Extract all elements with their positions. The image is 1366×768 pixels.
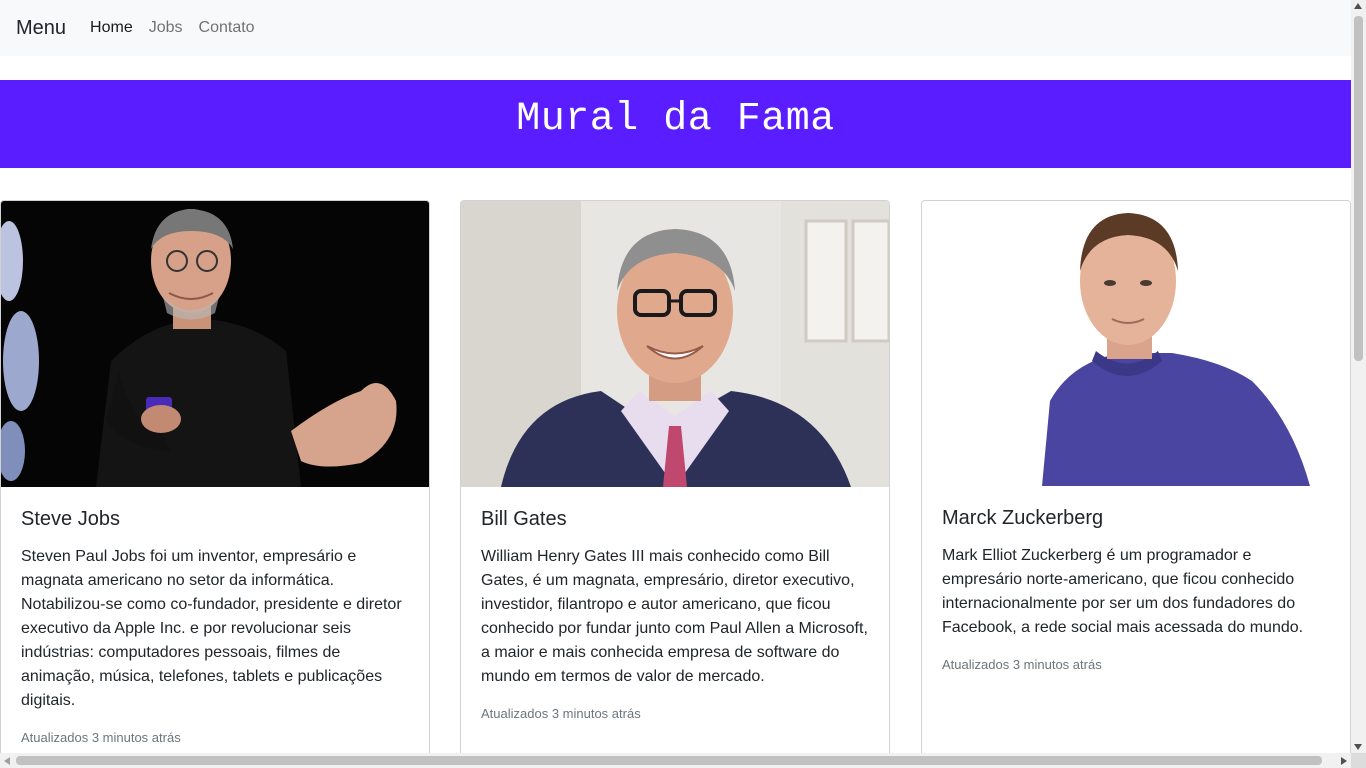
- horizontal-scroll-thumb[interactable]: [16, 756, 1322, 765]
- card-title: Marck Zuckerberg: [942, 507, 1104, 529]
- scroll-right-arrow-icon[interactable]: [1341, 757, 1347, 765]
- card-body: Marck Zuckerberg Mark Elliot Zuckerberg …: [922, 486, 1350, 692]
- vertical-scrollbar[interactable]: [1351, 0, 1366, 753]
- bill-gates-photo: [461, 201, 889, 487]
- vertical-scroll-thumb[interactable]: [1354, 16, 1363, 361]
- scroll-left-arrow-icon[interactable]: [4, 757, 10, 765]
- card-text: Steven Paul Jobs foi um inventor, empres…: [21, 548, 402, 709]
- card-body: Steve Jobs Steven Paul Jobs foi um inven…: [1, 487, 429, 765]
- updated-text: Atualizados 3 minutos atrás: [21, 730, 181, 745]
- card-title: Bill Gates: [481, 508, 567, 530]
- card-bill-gates: Bill Gates William Henry Gates III mais …: [460, 200, 890, 768]
- nav-link-jobs[interactable]: Jobs: [149, 19, 183, 37]
- card-body: Bill Gates William Henry Gates III mais …: [461, 487, 889, 741]
- navbar-brand[interactable]: Menu: [16, 17, 66, 40]
- steve-jobs-photo: [1, 201, 429, 487]
- nav-link-contato[interactable]: Contato: [199, 19, 255, 37]
- page-title: Mural da Fama: [516, 96, 835, 142]
- horizontal-scrollbar[interactable]: [0, 753, 1351, 768]
- hero-banner: Mural da Fama: [0, 80, 1351, 168]
- updated-text: Atualizados 3 minutos atrás: [942, 657, 1102, 672]
- top-navbar: Menu Home Jobs Contato: [0, 0, 1351, 56]
- mark-zuckerberg-photo: [922, 201, 1350, 486]
- scroll-up-arrow-icon[interactable]: [1354, 3, 1362, 9]
- card-steve-jobs: Steve Jobs Steven Paul Jobs foi um inven…: [0, 200, 430, 768]
- card-mark-zuckerberg: Marck Zuckerberg Mark Elliot Zuckerberg …: [921, 200, 1351, 768]
- scroll-down-arrow-icon[interactable]: [1354, 744, 1362, 750]
- card-text: William Henry Gates III mais conhecido c…: [481, 548, 868, 685]
- card-text: Mark Elliot Zuckerberg é um programador …: [942, 547, 1304, 636]
- card-title: Steve Jobs: [21, 508, 120, 530]
- updated-text: Atualizados 3 minutos atrás: [481, 706, 641, 721]
- nav-link-home[interactable]: Home: [90, 19, 133, 37]
- scrollbar-corner: [1351, 753, 1366, 768]
